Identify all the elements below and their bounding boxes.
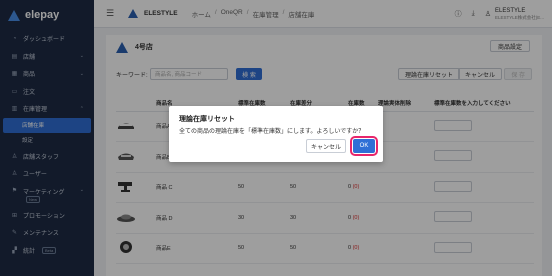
reset-confirm-dialog: 理論在庫リセット 全ての商品の理論在庫を「標準在庫数」にします。よろしいですか？… — [169, 106, 383, 162]
dialog-ok-button[interactable]: OK — [350, 136, 378, 156]
dialog-cancel-button[interactable]: キャンセル — [306, 139, 346, 153]
dialog-title: 理論在庫リセット — [179, 116, 235, 123]
dialog-message: 全ての商品の理論在庫を「標準在庫数」にします。よろしいですか？ — [179, 129, 365, 135]
